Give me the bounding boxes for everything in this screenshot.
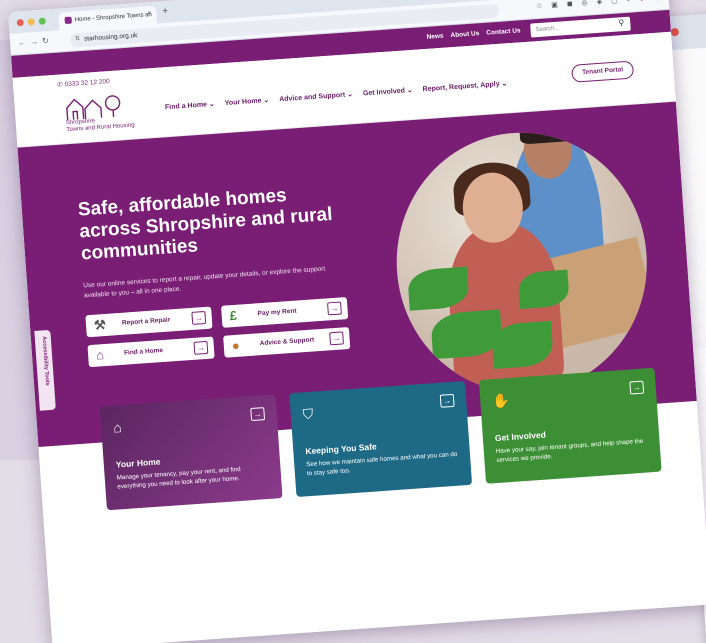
extension-icon[interactable]: ◎ [581,0,588,7]
hand-icon: ✋ [491,391,511,410]
card-your-home[interactable]: ⌂ → Your Home Manage your tenancy, pay y… [99,394,283,511]
arrow-right-icon: → [191,310,207,325]
extension-icon[interactable]: ◼ [567,0,573,8]
arrow-right-icon: → [193,340,209,355]
card-get-involved[interactable]: ✋ → Get Involved Have your say, join ten… [478,367,662,484]
chat-icon: ● [231,337,241,354]
pay-rent-label: Pay my Rent [257,307,297,318]
search-input[interactable]: Search... ⚲ [530,16,631,38]
browser-window: Home - Shropshire Towns an × + ⌄ ←→↻ sta… [8,0,706,643]
top-link-contact[interactable]: Contact Us [486,27,521,36]
minimize-window-button[interactable] [27,18,35,26]
top-link-about[interactable]: About Us [450,30,479,39]
extension-icon[interactable]: ◈ [596,0,603,6]
tools-icon: ⚒ [93,316,107,333]
card-text: Have your say, join tenant groups, and h… [495,437,644,464]
tab-title: Home - Shropshire Towns an [74,11,153,24]
bookmark-star-icon[interactable]: ☆ [536,2,543,10]
phone-number[interactable]: ✆ 0333 32 12 200 [57,77,110,89]
site-favicon-icon [64,16,72,25]
arrow-right-icon: → [327,301,342,316]
extension-icon[interactable]: ▣ [551,1,558,9]
browser-menu-icon[interactable]: ⋮ [653,0,660,2]
nav-your-home[interactable]: Your Home ⌄ [224,96,270,107]
browser-nav-buttons[interactable]: ←→↻ [18,36,53,47]
pound-icon: £ [229,307,238,324]
search-placeholder: Search... [535,25,560,34]
hero-photo [387,124,656,402]
hero-title: Safe, affordable homes across Shropshire… [77,185,334,265]
top-link-news[interactable]: News [426,33,443,41]
house-icon: ⌂ [95,347,105,363]
hero-subtitle: Use our online services to report a repa… [83,265,326,300]
close-window-button[interactable] [16,18,25,27]
site-logo[interactable]: Shropshire Towns and Rural Housing [62,91,145,138]
arrow-right-icon: → [329,331,345,346]
shield-icon: ⛉ [302,405,314,423]
window-traffic-lights [16,17,46,27]
phone-text: 0333 32 12 200 [64,78,110,89]
browser-extension-icons: ☆ ▣ ◼ ◎ ◈ ▢ ⤓ ✱ ⋮ [536,0,661,10]
close-tab-icon[interactable]: × [147,10,152,17]
phone-icon: ✆ [56,81,63,89]
nav-get-involved[interactable]: Get Involved ⌄ [363,86,413,97]
advice-support-label: Advice & Support [259,336,315,348]
pay-rent-button[interactable]: £ Pay my Rent → [221,297,349,328]
nav-advice-support[interactable]: Advice and Support ⌄ [279,90,353,103]
arrow-right-icon: → [439,393,455,408]
card-keeping-you-safe[interactable]: ⛉ → Keeping You Safe See how we maintain… [289,381,473,498]
search-icon[interactable]: ⚲ [618,18,624,27]
nav-report-request-apply[interactable]: Report, Request, Apply ⌄ [422,79,507,93]
main-navigation: Find a Home ⌄ Your Home ⌄ Advice and Sup… [165,79,508,111]
extension-star-icon[interactable]: ✱ [638,0,645,3]
advice-support-button[interactable]: ● Advice & Support → [223,326,351,358]
top-links: News About Us Contact Us [426,27,520,41]
house-icon: ⌂ [112,419,123,436]
maximize-window-button[interactable] [38,17,46,25]
tenant-portal-button[interactable]: Tenant Portal [571,60,635,83]
report-repair-button[interactable]: ⚒ Report a Repair → [85,306,213,338]
find-home-label: Find a Home [123,347,164,357]
card-text: Manage your tenancy, pay your rent, and … [116,465,241,491]
extension-icon[interactable]: ▢ [611,0,618,5]
nav-find-a-home[interactable]: Find a Home ⌄ [165,100,215,111]
new-tab-button[interactable]: + [162,6,169,17]
accessibility-tools-label: Accessibility Tools [40,336,51,386]
quick-actions: ⚒ Report a Repair → £ Pay my Rent → ⌂ Fi… [85,297,351,368]
card-text: See how we maintain safe homes and what … [306,450,458,477]
arrow-right-icon: → [250,407,266,422]
report-repair-label: Report a Repair [121,316,171,327]
arrow-right-icon: → [629,380,645,395]
url-text: starhousing.org.uk [83,32,138,43]
download-icon[interactable]: ⤓ [626,0,630,4]
find-home-button[interactable]: ⌂ Find a Home → [87,336,215,368]
